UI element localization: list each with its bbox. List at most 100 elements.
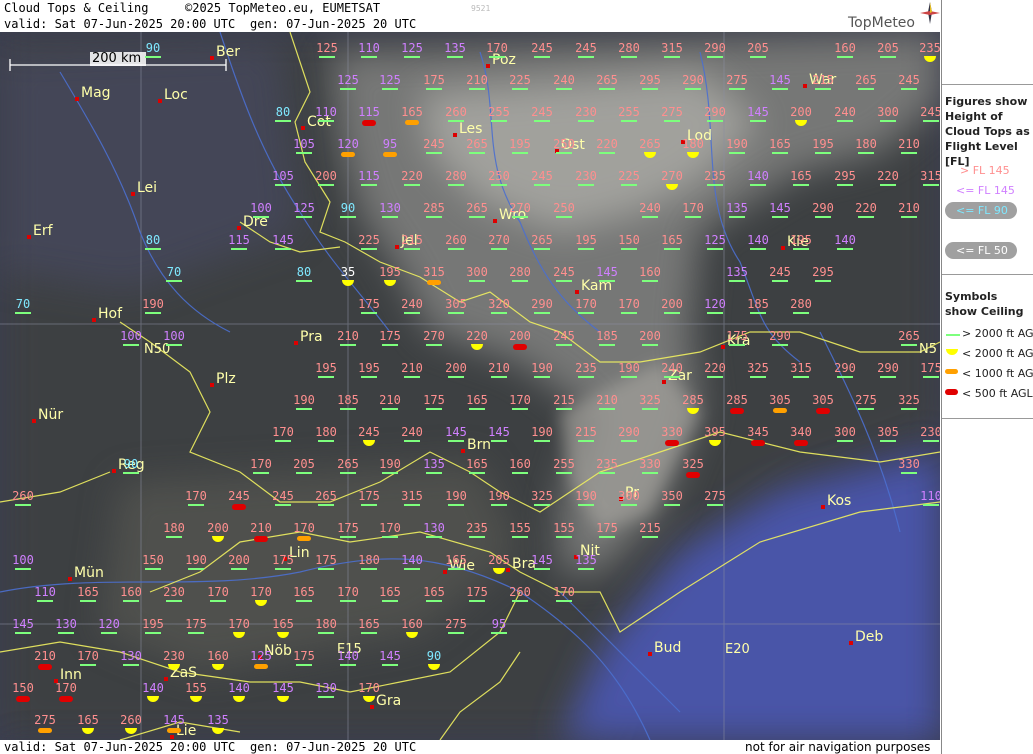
flight-level-label: 195 <box>575 233 597 247</box>
ceiling-green-marker <box>599 408 615 410</box>
ceiling-green-marker <box>382 88 398 90</box>
flight-level-label: 235 <box>704 169 726 183</box>
flight-level-label: 190 <box>618 361 640 375</box>
flight-level-label: 165 <box>466 457 488 471</box>
flight-level-label: 300 <box>877 105 899 119</box>
ceiling-green-marker <box>599 152 615 154</box>
flight-level-label: 330 <box>661 425 683 439</box>
city-label: Brn <box>467 437 491 453</box>
ceiling-green-marker <box>166 536 182 538</box>
flight-level-label: 195 <box>379 265 401 279</box>
flight-level-label: 265 <box>855 73 877 87</box>
flight-level-label: 330 <box>898 457 920 471</box>
flight-level-label: 250 <box>553 137 575 151</box>
ceiling-green-marker <box>621 504 637 506</box>
ceiling-green-marker <box>404 504 420 506</box>
flight-level-label: 175 <box>379 329 401 343</box>
city-marker <box>803 84 807 88</box>
ceiling-green-marker <box>340 600 356 602</box>
flight-level-label: 170 <box>682 201 704 215</box>
flight-level-label: 160 <box>834 41 856 55</box>
ceiling-orange-marker <box>405 120 419 125</box>
ceiling-green-marker <box>815 280 831 282</box>
ceiling-green-marker <box>923 184 939 186</box>
ceiling-green-marker <box>642 88 658 90</box>
ceiling-green-marker <box>491 504 507 506</box>
ceiling-green-marker <box>340 408 356 410</box>
flight-level-label: 185 <box>596 329 618 343</box>
ceiling-green-marker <box>145 248 161 250</box>
city-marker <box>210 56 214 60</box>
flight-level-label: 170 <box>618 297 640 311</box>
flight-level-label: 95 <box>382 137 398 151</box>
ceiling-green-marker <box>296 152 312 154</box>
flight-level-label: 290 <box>877 361 899 375</box>
ceiling-green-marker <box>489 56 505 58</box>
flight-level-label: 100 <box>12 553 34 567</box>
flight-level-label: 190 <box>185 553 207 567</box>
city-marker <box>453 133 457 137</box>
ceiling-green-marker <box>166 344 182 346</box>
flight-level-label: 165 <box>272 617 294 631</box>
ceiling-green-marker <box>642 536 658 538</box>
ceiling-green-marker <box>318 504 334 506</box>
flight-level-label: 255 <box>488 105 510 119</box>
header-bar: Cloud Tops & Ceiling ©2025 TopMeteo.eu, … <box>0 0 940 32</box>
ceiling-green-marker <box>534 504 550 506</box>
flight-level-label: 155 <box>553 521 575 535</box>
flight-level-label: 275 <box>726 73 748 87</box>
city-marker <box>821 505 825 509</box>
ceiling-green-marker <box>145 56 161 58</box>
flight-level-label: 130 <box>120 649 142 663</box>
ceiling-green-marker <box>469 152 485 154</box>
flight-level-label: 170 <box>337 585 359 599</box>
legend-panel: Figures show Height of Cloud Tops as Fli… <box>941 0 1033 754</box>
ceiling-green-marker <box>491 248 507 250</box>
flight-level-label: 145 <box>163 713 185 727</box>
flight-level-label: 305 <box>877 425 899 439</box>
city-marker <box>662 380 666 384</box>
flight-level-label: 315 <box>423 265 445 279</box>
ceiling-green-marker <box>448 312 464 314</box>
flight-level-label: 210 <box>596 393 618 407</box>
ceiling-green-marker <box>253 216 269 218</box>
flight-level-label: 235 <box>919 41 940 55</box>
ceiling-green-marker <box>404 184 420 186</box>
flight-level-label: 155 <box>509 521 531 535</box>
flight-level-label: 180 <box>163 521 185 535</box>
ceiling-green-marker <box>578 56 594 58</box>
ceiling-green-marker <box>793 312 809 314</box>
flight-level-label: 125 <box>704 233 726 247</box>
flight-level-label: 190 <box>142 297 164 311</box>
flight-level-label: 135 <box>423 457 445 471</box>
ceiling-green-marker <box>707 504 723 506</box>
ceiling-green-marker <box>361 248 377 250</box>
ceiling-green-marker <box>621 248 637 250</box>
ceiling-green-marker <box>534 184 550 186</box>
ceiling-green-marker <box>642 472 658 474</box>
flight-level-label: 70 <box>15 297 31 311</box>
grid-label-e20: E20 <box>725 642 750 657</box>
ceiling-green-marker <box>361 504 377 506</box>
flight-level-label: 290 <box>682 73 704 87</box>
ceiling-green-marker <box>491 376 507 378</box>
ceiling-green-marker <box>901 408 917 410</box>
ceiling-red-marker <box>59 696 73 702</box>
ceiling-green-marker <box>15 568 31 570</box>
city-label: Erf <box>33 223 53 239</box>
flight-level-label: 165 <box>358 617 380 631</box>
flight-level-label: 200 <box>639 329 661 343</box>
legend-divider-3 <box>942 418 1033 419</box>
ceiling-red-marker <box>665 440 679 446</box>
flight-level-label: 205 <box>293 457 315 471</box>
ceiling-green-marker <box>404 56 420 58</box>
ceiling-green-marker <box>901 216 917 218</box>
brand-logo-text: TopMeteo <box>848 15 915 31</box>
footer-bar: valid: Sat 07-Jun-2025 20:00 UTC gen: 07… <box>0 740 940 754</box>
flight-level-label: 210 <box>250 521 272 535</box>
flight-level-label: 165 <box>769 137 791 151</box>
city-marker <box>443 570 447 574</box>
ceiling-green-marker <box>382 344 398 346</box>
satellite-map[interactable]: 200 km N50 N5 E15 E20 Ber Poz War Mag Loc Cot… <box>0 32 940 740</box>
ceiling-green-marker <box>426 216 442 218</box>
